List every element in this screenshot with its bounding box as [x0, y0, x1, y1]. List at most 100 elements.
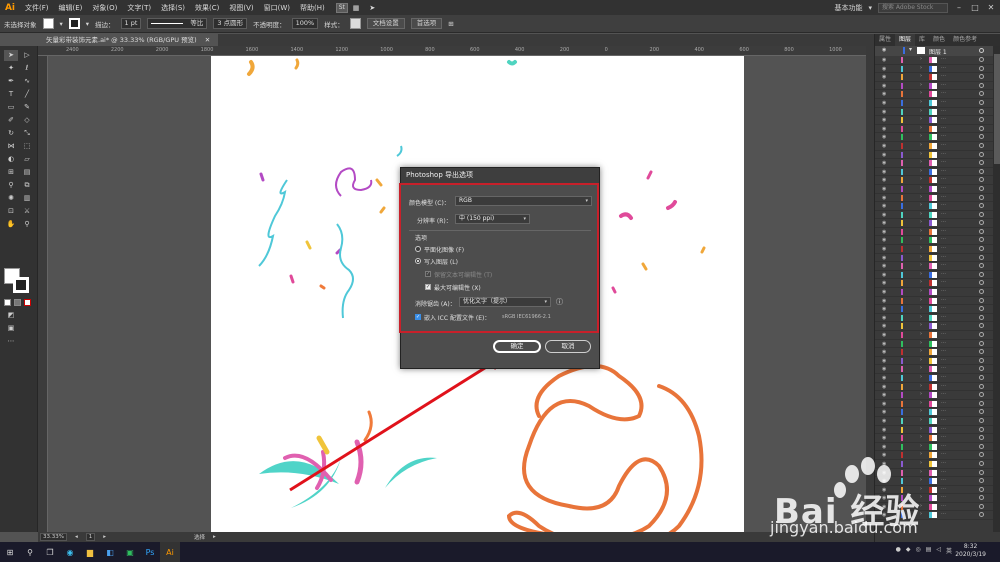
close-icon[interactable]: ✕ [986, 3, 996, 12]
target-icon[interactable] [979, 409, 984, 415]
layer-name-truncated[interactable]: … [941, 89, 946, 95]
eye-icon[interactable]: ◉ [882, 152, 886, 158]
chevron-right-icon[interactable]: › [920, 168, 922, 174]
layer-name-truncated[interactable]: … [941, 55, 946, 61]
blend-tool-icon[interactable]: ⧉ [20, 180, 34, 191]
target-icon[interactable] [979, 160, 984, 166]
more-tools-icon[interactable]: ⋯ [4, 336, 18, 347]
clock[interactable]: 8:32 2020/3/19 [955, 543, 986, 559]
layer-name-truncated[interactable]: … [941, 175, 946, 181]
slice-tool-icon[interactable]: ⚔ [20, 206, 34, 217]
eye-icon[interactable]: ◉ [882, 375, 886, 381]
chevron-right-icon[interactable]: › [920, 254, 922, 260]
layer-name-truncated[interactable]: … [941, 81, 946, 87]
chevron-right-icon[interactable]: › [920, 322, 922, 328]
target-icon[interactable] [979, 374, 984, 380]
layer-name-truncated[interactable]: … [941, 150, 946, 156]
draw-mode-icon[interactable]: ◩ [4, 310, 18, 321]
tab-libraries[interactable]: 库 [915, 34, 929, 46]
eye-icon[interactable]: ◉ [882, 126, 886, 132]
layer-row[interactable]: ◉ › … [875, 373, 993, 383]
eye-icon[interactable]: ◉ [882, 427, 886, 433]
target-icon[interactable] [979, 392, 984, 398]
direct-selection-tool-icon[interactable]: ▷ [20, 50, 34, 61]
layer-row[interactable]: ◉›… [875, 270, 993, 280]
chevron-right-icon[interactable]: › [920, 236, 922, 242]
layer-name-truncated[interactable]: … [941, 390, 946, 396]
app-icon[interactable]: ◧ [100, 542, 120, 562]
layer-row[interactable]: ◉›… [875, 201, 993, 211]
workspace-switcher[interactable]: 基本功能 [834, 3, 862, 13]
chevron-right-icon[interactable]: › [920, 133, 922, 139]
fill-swatch[interactable] [42, 18, 54, 29]
browser-icon[interactable]: ◉ [60, 542, 80, 562]
layer-name-truncated[interactable]: … [941, 433, 946, 439]
chevron-right-icon[interactable]: › [920, 443, 922, 449]
target-icon[interactable] [979, 48, 984, 53]
layer-row[interactable]: ◉›… [875, 399, 993, 409]
eye-icon[interactable]: ◉ [882, 246, 886, 252]
artboard-tool-icon[interactable]: ⊡ [4, 206, 18, 217]
layer-name-truncated[interactable]: … [941, 373, 946, 379]
eye-icon[interactable]: ◉ [882, 444, 886, 450]
eye-icon[interactable]: ◉ [882, 74, 886, 80]
eye-icon[interactable]: ◉ [882, 384, 886, 390]
chevron-right-icon[interactable]: › [920, 400, 922, 406]
chevron-right-icon[interactable]: › [920, 426, 922, 432]
chevron-right-icon[interactable]: › [920, 305, 922, 311]
target-icon[interactable] [979, 314, 984, 320]
preferences-button[interactable]: 首选项 [410, 18, 443, 29]
layout-icon[interactable]: ▦ [348, 4, 365, 12]
layer-name-truncated[interactable]: … [941, 184, 946, 190]
layer-row[interactable]: ◉›… [875, 347, 993, 357]
chevron-right-icon[interactable]: › [920, 245, 922, 251]
chevron-right-icon[interactable]: › [920, 365, 922, 371]
chevron-right-icon[interactable]: › [920, 56, 922, 62]
layer-name-truncated[interactable]: … [941, 347, 946, 353]
chevron-right-icon[interactable]: › [920, 374, 922, 380]
selection-tool-icon[interactable]: ➤ [4, 50, 18, 61]
layer-name-truncated[interactable]: … [941, 382, 946, 388]
target-icon[interactable] [979, 57, 984, 62]
layer-name-truncated[interactable]: … [941, 407, 946, 413]
eye-icon[interactable]: ◉ [882, 143, 886, 149]
layer-name-truncated[interactable]: … [941, 287, 946, 293]
layer-row[interactable]: ◉›… [875, 330, 993, 340]
layer-row-top[interactable]: ◉ ▾ 图层 1 [875, 46, 993, 56]
zoom-tool-icon[interactable]: ⚲ [20, 219, 34, 230]
target-icon[interactable] [979, 271, 984, 277]
chevron-right-icon[interactable]: › [920, 108, 922, 114]
layer-name-truncated[interactable]: … [941, 244, 946, 250]
target-icon[interactable] [979, 194, 984, 200]
layer-name-truncated[interactable]: … [941, 261, 946, 267]
stock-badge[interactable]: St [335, 2, 348, 13]
target-icon[interactable] [979, 332, 984, 337]
target-icon[interactable] [979, 297, 984, 303]
layer-row[interactable]: ◉›… [875, 150, 993, 160]
eye-icon[interactable]: ◉ [882, 109, 886, 115]
maximize-icon[interactable]: □ [970, 3, 980, 12]
target-icon[interactable] [979, 306, 984, 312]
chevron-right-icon[interactable]: › [920, 314, 922, 320]
folder-icon[interactable]: ▆ [80, 542, 100, 562]
target-icon[interactable] [979, 443, 984, 449]
layer-name-truncated[interactable]: … [941, 330, 946, 336]
color-mode-icon[interactable] [4, 299, 11, 306]
type-tool-icon[interactable]: T [4, 89, 18, 100]
layer-name-truncated[interactable]: … [941, 399, 946, 405]
layer-row[interactable]: ◉›… [875, 261, 993, 271]
target-icon[interactable] [979, 142, 984, 148]
target-icon[interactable] [979, 134, 984, 140]
eye-icon[interactable]: ◉ [882, 409, 886, 415]
eye-icon[interactable]: ◉ [882, 435, 886, 441]
layer-row[interactable]: ◉›… [875, 304, 993, 314]
target-icon[interactable] [979, 323, 984, 329]
layer-name-truncated[interactable]: … [941, 339, 946, 345]
eye-icon[interactable]: ◉ [882, 272, 886, 278]
eyedropper-tool-icon[interactable]: ⚲ [4, 180, 18, 191]
network-icon[interactable]: ▤ [926, 546, 932, 555]
layer-row[interactable]: ◉›… [875, 218, 993, 228]
layer-row[interactable]: ◉›… [875, 407, 993, 417]
layer-name-truncated[interactable]: … [941, 416, 946, 422]
layer-row[interactable]: ◉›… [875, 339, 993, 349]
